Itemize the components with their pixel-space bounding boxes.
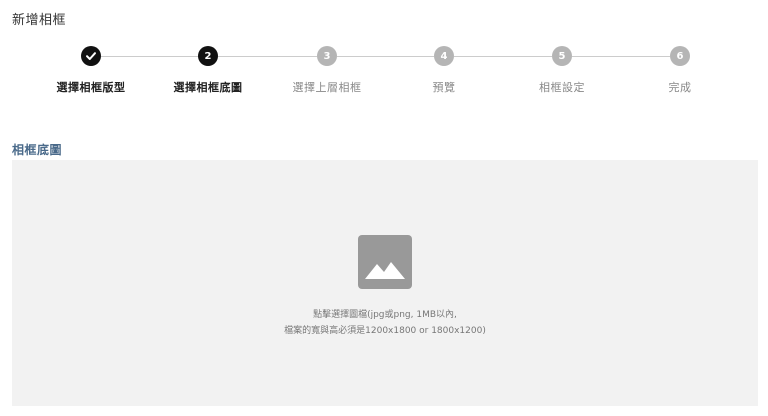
page-title: 新增相框	[12, 13, 67, 28]
step-5-label: 相框設定	[539, 81, 585, 94]
step-4-label: 預覽	[432, 81, 456, 94]
step-5: 5 相框設定	[507, 46, 617, 95]
page: 新增相框 選擇相框版型 2 選擇相框底圖 3 選擇上層相框 4 預覽 5 相框設…	[0, 0, 768, 416]
upload-hint: 點擊選擇圖檔(jpg或png, 1MB以內, 檔案的寬與高必須是1200x180…	[12, 307, 758, 339]
step-4-circle: 4	[434, 46, 454, 66]
step-3-circle: 3	[317, 46, 337, 66]
step-5-circle: 5	[552, 46, 572, 66]
image-placeholder-icon[interactable]	[358, 235, 412, 289]
step-1-circle	[81, 46, 101, 66]
step-6-label: 完成	[668, 81, 692, 94]
image-upload-area[interactable]: 點擊選擇圖檔(jpg或png, 1MB以內, 檔案的寬與高必須是1200x180…	[12, 160, 758, 406]
step-1-label: 選擇相框版型	[56, 81, 126, 94]
step-3: 3 選擇上層相框	[272, 46, 382, 95]
upload-hint-line-2: 檔案的寬與高必須是1200x1800 or 1800x1200)	[284, 326, 486, 336]
upload-hint-line-1: 點擊選擇圖檔(jpg或png, 1MB以內,	[313, 310, 457, 320]
step-6: 6 完成	[625, 46, 735, 95]
step-4: 4 預覽	[389, 46, 499, 95]
step-3-label: 選擇上層相框	[292, 81, 362, 94]
step-2-circle: 2	[198, 46, 218, 66]
step-2[interactable]: 2 選擇相框底圖	[153, 46, 263, 95]
step-2-label: 選擇相框底圖	[173, 81, 243, 94]
step-1[interactable]: 選擇相框版型	[36, 46, 146, 95]
check-icon	[86, 52, 96, 60]
stepper: 選擇相框版型 2 選擇相框底圖 3 選擇上層相框 4 預覽 5 相框設定 6 完…	[0, 44, 768, 104]
section-title: 相框底圖	[12, 143, 63, 157]
step-6-circle: 6	[670, 46, 690, 66]
